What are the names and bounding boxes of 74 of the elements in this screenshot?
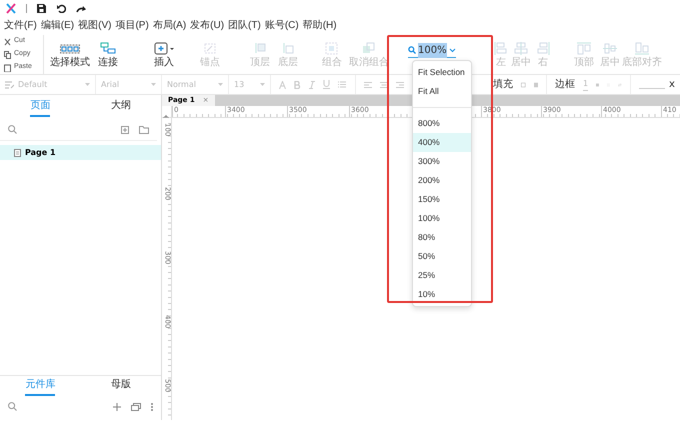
menu-item[interactable]: 布局(A) (152, 17, 186, 35)
style-icon (5, 80, 14, 88)
menu-item[interactable]: 团队(T) (228, 17, 261, 35)
border-color-swatch[interactable] (596, 80, 600, 88)
menu-item[interactable]: 文件(F) (4, 17, 37, 35)
search-icon[interactable] (8, 402, 17, 411)
zoom-option[interactable]: 25% (413, 266, 471, 285)
zoom-option[interactable]: Fit All (413, 82, 471, 101)
panel-tab[interactable]: 母版 (80, 376, 161, 396)
shadow-swatch[interactable] (534, 80, 538, 88)
align-center-icon (380, 82, 388, 88)
caret-icon (85, 83, 90, 86)
caret-icon (260, 83, 265, 86)
underline-icon (323, 80, 330, 89)
zoom-option[interactable]: 150% (413, 190, 471, 209)
align-center-icon (514, 42, 528, 54)
tool-button[interactable]: 选择模式 (48, 42, 92, 68)
redo-icon[interactable] (76, 4, 87, 12)
align-middle-icon (603, 42, 617, 54)
zoom-option[interactable]: 80% (413, 228, 471, 247)
align-left-icon (364, 82, 372, 88)
zoom-option[interactable]: 200% (413, 171, 471, 190)
menu-item[interactable]: 账号(C) (264, 17, 299, 35)
insert-icon (154, 42, 174, 54)
zoom-option[interactable]: 800% (413, 114, 471, 133)
add-icon[interactable] (113, 402, 121, 410)
align-bottom-icon (635, 42, 649, 54)
connector-icon (100, 42, 116, 54)
menu-item[interactable]: 项目(P) (115, 17, 149, 35)
tool-button[interactable]: 连接 (96, 42, 120, 68)
page-item[interactable]: Page 1 (0, 145, 161, 160)
align-right-icon (536, 42, 550, 54)
search-icon[interactable] (8, 125, 17, 134)
italic-icon (309, 80, 315, 88)
select-mode-icon (60, 42, 80, 54)
copy-icon[interactable] (4, 50, 11, 58)
fill-label: 填充 (493, 78, 513, 92)
bring-front-icon (253, 42, 267, 54)
align-left-icon (494, 42, 508, 54)
x-label: x (669, 78, 675, 92)
zoom-option[interactable]: 300% (413, 152, 471, 171)
group-icon (325, 42, 339, 54)
align-top-icon (577, 42, 591, 54)
caret-icon (448, 48, 456, 52)
align-right-icon (396, 82, 404, 88)
tool-button[interactable]: 插入 (148, 42, 180, 68)
send-back-icon (281, 42, 295, 54)
list-icon (338, 81, 346, 88)
zoom-option[interactable]: 50% (413, 247, 471, 266)
zoom-option[interactable]: 100% (413, 209, 471, 228)
library-icon[interactable] (131, 402, 141, 410)
search-icon (408, 46, 416, 54)
menu-item[interactable]: 帮助(H) (302, 17, 337, 35)
bold-icon (294, 80, 301, 88)
border-label: 边框 (555, 78, 575, 92)
logo-icon (6, 3, 16, 14)
caret-icon (218, 83, 223, 86)
fill-color-swatch[interactable] (521, 80, 526, 88)
paste-icon[interactable] (4, 64, 11, 72)
undo-icon[interactable] (56, 4, 66, 13)
menu-item[interactable]: 发布(U) (190, 17, 224, 35)
cut-icon[interactable] (4, 38, 11, 46)
ungroup-icon (362, 42, 376, 54)
save-icon[interactable] (37, 4, 46, 13)
text-color-icon (279, 80, 286, 88)
page-icon (14, 148, 21, 156)
caret-icon (151, 83, 156, 86)
menu-item[interactable]: 视图(V) (78, 17, 112, 35)
anchor-icon (203, 42, 217, 54)
add-folder-icon[interactable] (139, 126, 149, 134)
menu-item[interactable]: 编辑(E) (40, 17, 74, 35)
zoom-option[interactable]: 400% (413, 133, 471, 152)
add-page-icon[interactable] (121, 126, 129, 134)
zoom-option[interactable]: Fit Selection (413, 63, 471, 82)
